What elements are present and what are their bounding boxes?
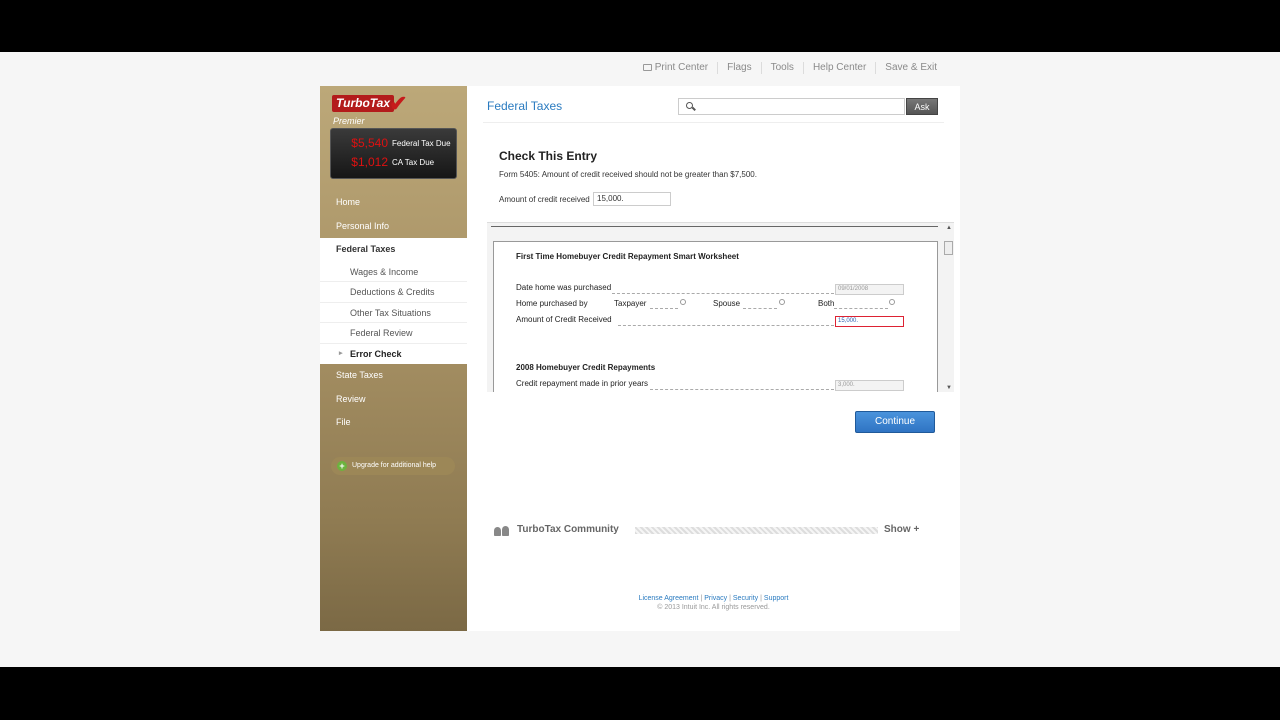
triangle-right-icon: ▸: [339, 349, 343, 357]
leader-dots: [612, 293, 834, 294]
prior-repayment-field[interactable]: 3,000.: [835, 380, 904, 391]
community-bar: TurboTax Community Show +: [494, 524, 923, 538]
subnav-federal-review[interactable]: Federal Review: [320, 323, 467, 344]
worksheet-scrollbar[interactable]: ▲ ▼: [944, 223, 954, 392]
refund-meter[interactable]: $5,540 Federal Tax Due $1,012 CA Tax Due: [330, 128, 457, 179]
community-label: TurboTax Community: [517, 524, 619, 535]
federal-tax-label: Federal Tax Due: [392, 139, 451, 148]
federal-tax-amount: $5,540: [351, 136, 388, 150]
scroll-up-icon[interactable]: ▲: [946, 225, 952, 231]
federal-tax-row: $5,540 Federal Tax Due: [331, 134, 458, 152]
date-purchased-label: Date home was purchased: [516, 283, 612, 292]
check-entry-title: Check This Entry: [499, 149, 598, 163]
privacy-link[interactable]: Privacy: [704, 595, 727, 602]
credit-received-label: Amount of credit received: [499, 195, 590, 204]
header-divider: [483, 122, 944, 123]
ask-button[interactable]: Ask: [906, 98, 938, 115]
subnav-other-tax-situations[interactable]: Other Tax Situations: [320, 303, 467, 323]
print-center-link[interactable]: Print Center: [634, 62, 717, 74]
taxpayer-radio[interactable]: [680, 299, 686, 305]
subnav-wages-income[interactable]: Wages & Income: [320, 262, 467, 282]
subnav-error-check[interactable]: ▸ Error Check: [320, 344, 467, 365]
plus-icon: +: [337, 461, 347, 471]
worksheet-page: First Time Homebuyer Credit Repayment Sm…: [493, 241, 938, 392]
subnav-deductions-credits[interactable]: Deductions & Credits: [320, 282, 467, 303]
community-icon: [494, 526, 512, 536]
credit-received-ws-label: Amount of Credit Received: [516, 315, 612, 324]
sidebar-item-file[interactable]: File: [320, 411, 467, 435]
community-divider: [635, 527, 878, 534]
page-title: Federal Taxes: [487, 99, 563, 113]
worksheet-viewport[interactable]: First Time Homebuyer Credit Repayment Sm…: [487, 222, 954, 392]
check-entry-message: Form 5405: Amount of credit received sho…: [499, 170, 757, 179]
state-tax-amount: $1,012: [351, 155, 388, 169]
main-panel: Federal Taxes Ask Check This Entry Form …: [467, 86, 960, 631]
leader-dots: [743, 308, 777, 309]
security-link[interactable]: Security: [733, 595, 758, 602]
both-radio[interactable]: [889, 299, 895, 305]
taxpayer-option-label: Taxpayer: [614, 299, 647, 308]
repayments-section-title: 2008 Homebuyer Credit Repayments: [516, 363, 656, 372]
app-screen: Print Center Flags Tools Help Center Sav…: [0, 52, 1280, 667]
federal-subnav: Wages & Income Deductions & Credits Othe…: [320, 261, 467, 365]
sidebar-item-state-taxes[interactable]: State Taxes: [320, 364, 467, 388]
leader-dots: [834, 308, 888, 309]
scrollbar-thumb[interactable]: [944, 241, 953, 255]
scroll-down-icon[interactable]: ▼: [946, 385, 952, 391]
worksheet-ruler: [491, 226, 938, 228]
date-purchased-field[interactable]: 09/01/2008: [835, 284, 904, 295]
purchased-by-label: Home purchased by: [516, 299, 588, 308]
state-tax-label: CA Tax Due: [392, 158, 435, 167]
sidebar-item-home[interactable]: Home: [320, 191, 467, 215]
support-link[interactable]: Support: [764, 595, 789, 602]
sidebar-item-personal-info[interactable]: Personal Info: [320, 215, 467, 239]
sidebar: TurboTax ✔ Premier $5,540 Federal Tax Du…: [320, 86, 467, 631]
flags-link[interactable]: Flags: [717, 62, 760, 74]
checkmark-icon: ✔: [389, 91, 408, 116]
license-agreement-link[interactable]: License Agreement: [639, 595, 699, 602]
leader-dots: [618, 325, 834, 326]
both-option-label: Both: [818, 299, 835, 308]
leader-dots: [650, 308, 678, 309]
tools-link[interactable]: Tools: [760, 62, 803, 74]
credit-received-ws-field[interactable]: 15,000.: [835, 316, 904, 327]
edition-label: Premier: [333, 116, 365, 126]
brand-name: TurboTax: [332, 95, 395, 112]
footer-links: License Agreement | Privacy | Security |…: [638, 595, 789, 602]
community-show-button[interactable]: Show +: [884, 524, 919, 535]
continue-button[interactable]: Continue: [855, 411, 935, 433]
state-tax-row: $1,012 CA Tax Due: [331, 153, 458, 171]
search-box[interactable]: [678, 98, 905, 115]
sidebar-nav: Home Personal Info Federal Taxes Wages &…: [320, 191, 467, 435]
spouse-radio[interactable]: [779, 299, 785, 305]
search-input[interactable]: [701, 100, 881, 113]
search-icon: [686, 102, 693, 109]
leader-dots: [650, 389, 834, 390]
sidebar-item-federal-taxes[interactable]: Federal Taxes: [320, 238, 467, 262]
upgrade-button[interactable]: + Upgrade for additional help: [331, 457, 455, 475]
copyright-text: © 2013 Intuit Inc. All rights reserved.: [657, 604, 770, 611]
help-center-link[interactable]: Help Center: [802, 62, 875, 74]
worksheet-title: First Time Homebuyer Credit Repayment Sm…: [516, 252, 739, 261]
save-exit-link[interactable]: Save & Exit: [875, 62, 946, 74]
utility-nav: Print Center Flags Tools Help Center Sav…: [0, 52, 1280, 85]
printer-icon: [642, 64, 652, 71]
sidebar-item-review[interactable]: Review: [320, 388, 467, 412]
prior-repayment-label: Credit repayment made in prior years: [516, 379, 649, 388]
turbotax-logo: TurboTax ✔ Premier: [332, 91, 442, 126]
credit-received-input[interactable]: 15,000.: [593, 192, 671, 206]
spouse-option-label: Spouse: [713, 299, 741, 308]
